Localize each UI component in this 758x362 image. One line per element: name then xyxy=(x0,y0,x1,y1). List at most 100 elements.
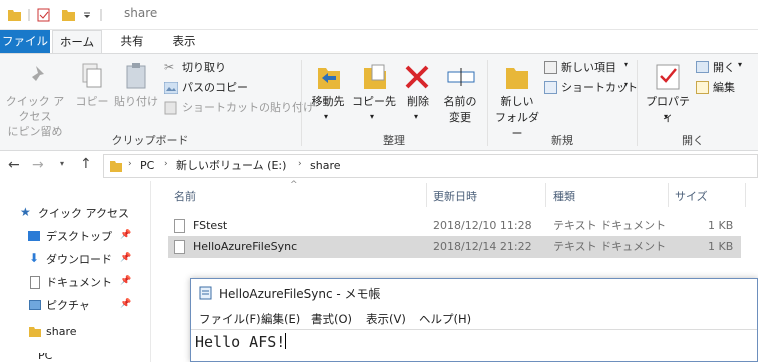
pictures-icon xyxy=(29,300,41,310)
move-to-button[interactable]: 移動先 ▾ xyxy=(306,60,350,126)
chevron-down-icon xyxy=(84,15,90,18)
pin-icon xyxy=(28,66,44,85)
move-to-label: 移動先 xyxy=(311,95,345,108)
menu-view[interactable]: 表示(V) xyxy=(366,311,406,327)
nav-quick-access[interactable]: ★ クイック アクセス xyxy=(20,205,148,223)
delete-button[interactable]: 削除 ▾ xyxy=(398,60,438,126)
quick-access-toolbar xyxy=(8,8,102,22)
new-group: 新しい フォルダー 新しい項目 ▾ ショートカット ▾ 新規 xyxy=(488,54,638,152)
column-divider[interactable] xyxy=(668,183,669,207)
file-row[interactable]: FStest 2018/12/10 11:28 テキスト ドキュメント 1 KB xyxy=(168,215,741,237)
title-bar: share xyxy=(0,0,758,30)
pin-quick-access-button[interactable]: クイック アクセス にピン留め xyxy=(2,60,68,138)
nav-item-label: ダウンロード xyxy=(46,253,112,266)
breadcrumb-share[interactable]: share xyxy=(310,158,341,174)
chevron-right-icon: › xyxy=(128,159,132,169)
properties-button[interactable]: プロパティ ▾ xyxy=(642,60,694,126)
menu-help[interactable]: ヘルプ(H) xyxy=(419,311,471,327)
paste-icon xyxy=(126,63,146,89)
tab-view[interactable]: 表示 xyxy=(160,30,208,53)
text-file-icon xyxy=(174,240,185,254)
ribbon: クイック アクセス にピン留め コピー 貼り付け ✂ 切り取り パスのコピー シ… xyxy=(0,53,758,151)
notepad-text-area[interactable]: Hello AFS! xyxy=(191,329,757,362)
nav-item-label: デスクトップ xyxy=(46,230,112,243)
nav-item-desktop[interactable]: デスクトップ 📌 xyxy=(28,228,138,246)
open-button[interactable]: 開く ▾ xyxy=(696,60,756,76)
column-divider[interactable] xyxy=(426,183,427,207)
nav-item-label: ドキュメント xyxy=(46,276,112,289)
edit-button[interactable]: 編集 xyxy=(696,80,756,96)
pin-icon: 📌 xyxy=(120,253,132,263)
nav-item-share[interactable]: share xyxy=(28,323,138,341)
copy-to-icon xyxy=(364,64,386,89)
back-arrow-icon[interactable]: ← xyxy=(8,157,20,173)
pin-icon: 📌 xyxy=(120,299,132,309)
nav-item-pc[interactable]: PC xyxy=(20,353,148,362)
column-header-date[interactable]: 更新日時 xyxy=(433,188,477,204)
tab-file[interactable]: ファイル xyxy=(0,30,50,53)
copy-icon xyxy=(82,63,102,88)
chevron-down-icon: ▾ xyxy=(738,60,743,69)
nav-item-pictures[interactable]: ピクチャ 📌 xyxy=(28,297,138,315)
open-icon xyxy=(696,61,709,73)
copy-to-button[interactable]: コピー先 ▾ xyxy=(352,60,396,126)
copy-button[interactable]: コピー xyxy=(74,60,110,120)
column-header-size[interactable]: サイズ xyxy=(675,188,708,204)
new-folder-button[interactable]: 新しい フォルダー xyxy=(492,60,542,140)
text-file-icon xyxy=(174,219,185,233)
breadcrumb-volume[interactable]: 新しいボリューム (E:) xyxy=(176,158,286,174)
new-item-button[interactable]: 新しい項目 ▾ xyxy=(544,60,632,76)
new-folder-icon xyxy=(506,68,528,89)
column-header-name[interactable]: 名前 xyxy=(174,188,196,204)
nav-item-label: ピクチャ xyxy=(46,299,90,312)
notepad-title: HelloAzureFileSync - メモ帳 xyxy=(219,287,381,301)
address-bar[interactable]: › PC › 新しいボリューム (E:) › share xyxy=(103,154,758,178)
column-divider[interactable] xyxy=(745,183,746,207)
nav-item-documents[interactable]: ドキュメント 📌 xyxy=(28,274,138,292)
chevron-down-icon: ▾ xyxy=(324,112,329,121)
up-arrow-icon[interactable]: ↑ xyxy=(80,156,92,172)
notepad-window[interactable]: HelloAzureFileSync - メモ帳 ファイル(F) 編集(E) 書… xyxy=(190,278,758,362)
chevron-right-icon: › xyxy=(164,159,168,169)
shortcut-button[interactable]: ショートカット ▾ xyxy=(544,80,638,96)
notepad-icon xyxy=(199,286,212,300)
paste-button[interactable]: 貼り付け xyxy=(112,60,160,120)
tab-home[interactable]: ホーム xyxy=(52,30,102,53)
document-icon xyxy=(30,276,40,289)
file-row-selected[interactable]: HelloAzureFileSync 2018/12/14 21:22 テキスト… xyxy=(168,236,741,258)
copy-path-label: パスのコピー xyxy=(182,81,248,94)
star-icon: ★ xyxy=(20,205,31,219)
nav-item-label: share xyxy=(46,325,77,338)
clipboard-group: クイック アクセス にピン留め コピー 貼り付け ✂ 切り取り パスのコピー シ… xyxy=(0,54,314,152)
rename-button[interactable]: 名前の 変更 xyxy=(438,60,482,126)
properties-label: プロパティ xyxy=(646,95,690,124)
menu-file[interactable]: ファイル(F) xyxy=(199,311,261,327)
cut-button[interactable]: ✂ 切り取り xyxy=(164,60,294,76)
forward-arrow-icon[interactable]: → xyxy=(32,157,44,173)
edit-icon xyxy=(696,81,709,94)
pane-divider xyxy=(150,181,151,362)
nav-item-downloads[interactable]: ⬇ ダウンロード 📌 xyxy=(28,251,138,269)
column-divider[interactable] xyxy=(545,183,546,207)
file-size: 1 KB xyxy=(708,219,734,232)
pin-icon: 📌 xyxy=(120,276,132,286)
column-header-type[interactable]: 種類 xyxy=(553,188,575,204)
file-type: テキスト ドキュメント xyxy=(553,240,667,253)
notepad-content: Hello AFS! xyxy=(195,333,286,351)
navigation-pane: ★ クイック アクセス デスクトップ 📌 ⬇ ダウンロード 📌 ドキュメント 📌… xyxy=(0,181,150,362)
paste-shortcut-button[interactable]: ショートカットの貼り付け xyxy=(164,100,314,116)
copy-path-button[interactable]: パスのコピー xyxy=(164,80,294,96)
new-item-icon xyxy=(544,61,557,74)
file-name: FStest xyxy=(193,219,228,232)
menu-format[interactable]: 書式(O) xyxy=(311,311,352,327)
ribbon-tabs: ファイル ホーム 共有 表示 xyxy=(0,30,758,53)
tab-share[interactable]: 共有 xyxy=(108,30,156,53)
recent-locations-chevron-icon[interactable]: ▾ xyxy=(60,159,64,168)
breadcrumb-pc[interactable]: PC xyxy=(140,158,154,174)
desktop-icon xyxy=(28,231,40,241)
chevron-down-icon: ▾ xyxy=(624,80,629,89)
chevron-down-icon: ▾ xyxy=(414,112,419,121)
paste-shortcut-icon xyxy=(164,101,177,115)
scissors-icon: ✂ xyxy=(164,60,175,74)
menu-edit[interactable]: 編集(E) xyxy=(261,311,300,327)
